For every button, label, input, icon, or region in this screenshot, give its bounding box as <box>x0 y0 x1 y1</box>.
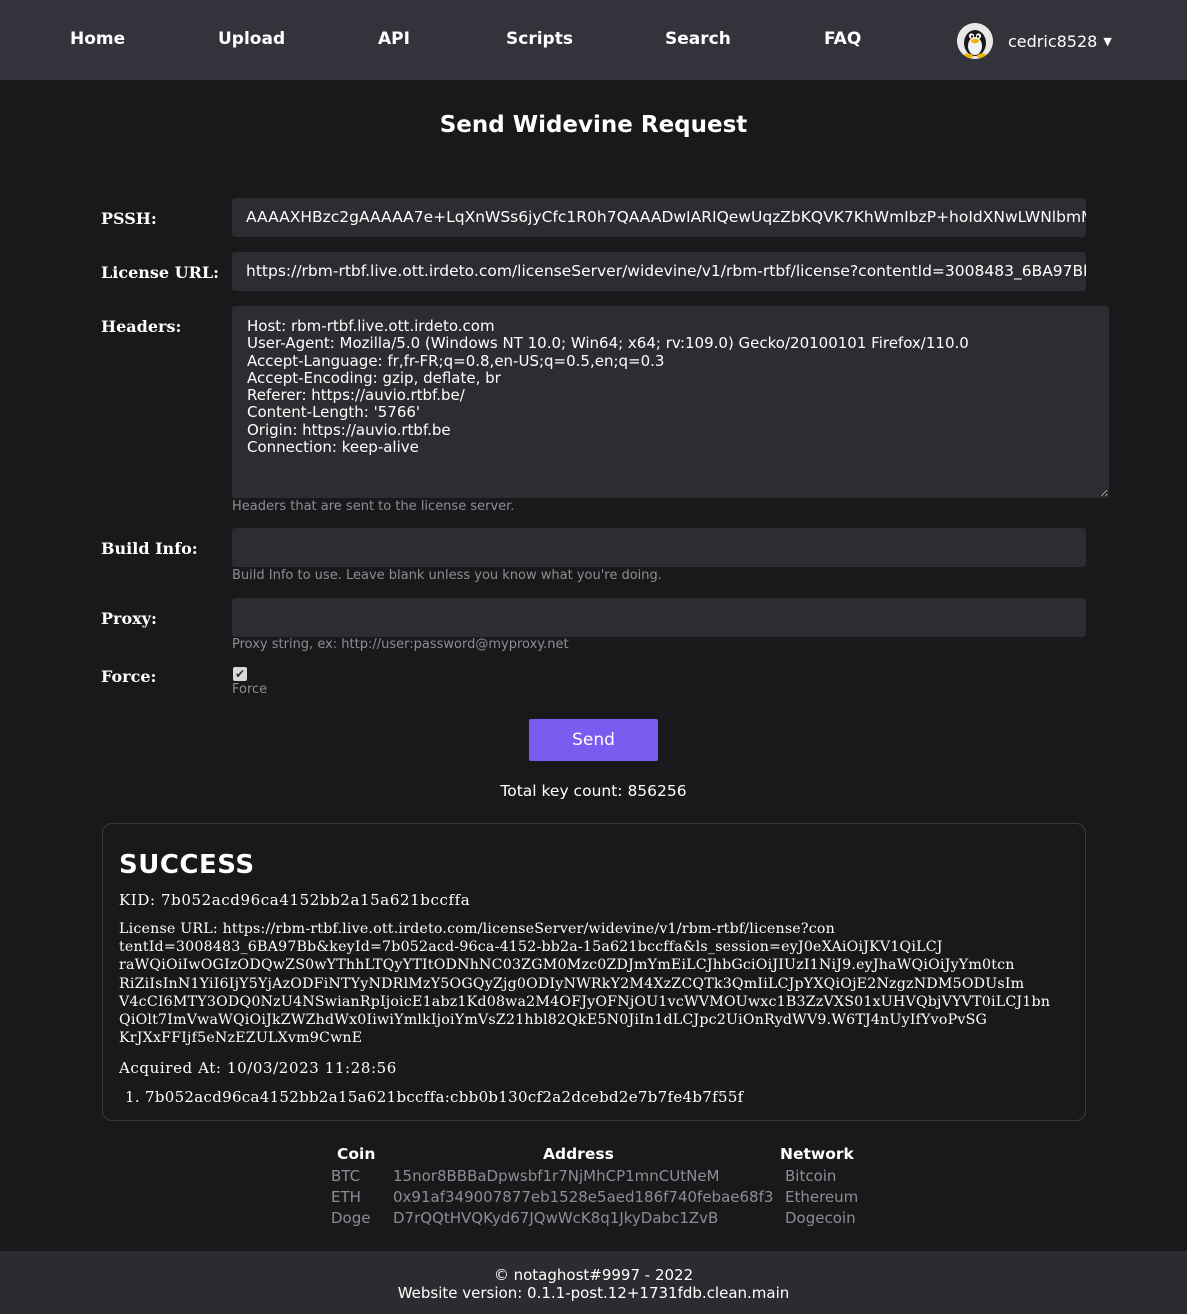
footer-copyright: © notaghost#9997 - 2022 <box>493 1266 694 1284</box>
license-url-line: raWQiOiIwOGIzODQwZS0wYThhLTQyYTItODNhNC0… <box>119 957 1015 974</box>
result-kid: KID: 7b052acd96ca4152bb2a15a621bccffa <box>119 891 471 909</box>
page-title: Send Widevine Request <box>439 112 748 138</box>
proxy-input[interactable] <box>232 598 1086 637</box>
donation-coin: BTC <box>331 1167 361 1185</box>
nav-scripts-link[interactable]: Scripts <box>506 29 573 49</box>
license-url-line: V4cCI6MTY3ODQ0NzU4NSwianRpIjoicE1abz1Kd0… <box>119 993 1051 1010</box>
nav-upload-link[interactable]: Upload <box>218 29 285 49</box>
user-menu[interactable]: cedric8528 ▼ <box>957 22 1112 60</box>
headers-textarea[interactable]: Host: rbm-rtbf.live.ott.irdeto.com User-… <box>232 306 1109 498</box>
coin-column-header: Coin <box>337 1145 376 1163</box>
proxy-help-text: Proxy string, ex: http://user:password@m… <box>232 637 569 652</box>
footer-version: Website version: 0.1.1-post.12+1731fdb.c… <box>397 1284 790 1302</box>
top-navbar: Home Upload API Scripts Search FAQ cedri… <box>0 0 1187 80</box>
username: cedric8528 <box>1008 31 1098 51</box>
license-url-line: tentId=3008483_6BA97Bb&keyId=7b052acd-96… <box>119 939 943 956</box>
nav-search-link[interactable]: Search <box>665 29 731 49</box>
address-column-header: Address <box>543 1145 614 1163</box>
donation-address: 15nor8BBBaDpwsbf1r7NjMhCP1mnCUtNeM <box>393 1167 720 1185</box>
force-help-text: Force <box>232 682 268 697</box>
headers-help-text: Headers that are sent to the license ser… <box>232 499 515 514</box>
proxy-label: Proxy: <box>101 609 157 628</box>
network-column-header: Network <box>780 1145 854 1163</box>
total-key-count: Total key count: 856256 <box>500 782 687 800</box>
build-info-help-text: Build Info to use. Leave blank unless yo… <box>232 568 662 583</box>
pssh-label: PSSH: <box>101 209 157 228</box>
result-status-title: SUCCESS <box>119 850 255 880</box>
nav-faq-link[interactable]: FAQ <box>824 29 861 49</box>
donation-network: Bitcoin <box>785 1167 837 1185</box>
donation-address: D7rQQtHVQKyd67JQwWcK8q1JkyDabc1ZvB <box>393 1209 719 1227</box>
donation-coin: ETH <box>331 1188 361 1206</box>
donation-address: 0x91af349007877eb1528e5aed186f740febae68… <box>393 1188 774 1206</box>
send-button[interactable]: Send <box>529 719 658 761</box>
license-url-label: License URL: <box>101 263 220 282</box>
license-url-line: KrJXxFFIjf5eNzEZULXvm9CwnE <box>119 1030 363 1047</box>
donation-network: Ethereum <box>785 1188 859 1206</box>
license-url-line: RiZiIsInN1YiI6IjY5YjAzODFiNTYyNDRlMzY5OG… <box>119 975 1025 992</box>
license-url-line: QiOlt7ImVwaWQiOiJkZWZhdWx0IiwiYmlkIjoiYm… <box>119 1012 988 1029</box>
result-acquired-at: Acquired At: 10/03/2023 11:28:56 <box>119 1059 397 1077</box>
license-url-line: License URL: https://rbm-rtbf.live.ott.i… <box>119 921 835 937</box>
build-info-input[interactable] <box>232 528 1086 567</box>
donation-network: Dogecoin <box>785 1209 856 1227</box>
penguin-icon <box>957 23 993 59</box>
force-label: Force: <box>101 667 157 686</box>
license-url-input[interactable]: https://rbm-rtbf.live.ott.irdeto.com/lic… <box>232 252 1086 291</box>
caret-down-icon: ▼ <box>1103 34 1112 48</box>
donation-coin: Doge <box>331 1209 371 1227</box>
result-license-url: License URL: https://rbm-rtbf.live.ott.i… <box>119 920 1069 1047</box>
result-key-item: 1. 7b052acd96ca4152bb2a15a621bccffa:cbb0… <box>125 1088 744 1106</box>
pssh-input[interactable]: AAAAXHBzc2gAAAAA7e+LqXnWSs6jyCfc1R0h7QAA… <box>232 198 1086 237</box>
nav-api-link[interactable]: API <box>378 29 410 49</box>
build-info-label: Build Info: <box>101 539 198 558</box>
headers-label: Headers: <box>101 317 182 336</box>
avatar <box>957 23 993 59</box>
donation-table: Coin Address Network BTC 15nor8BBBaDpwsb… <box>0 1145 1187 1235</box>
nav-home-link[interactable]: Home <box>70 29 125 49</box>
force-checkbox[interactable]: ✔ <box>233 667 247 681</box>
result-card: SUCCESS KID: 7b052acd96ca4152bb2a15a621b… <box>102 823 1086 1121</box>
footer: © notaghost#9997 - 2022 Website version:… <box>0 1251 1187 1314</box>
